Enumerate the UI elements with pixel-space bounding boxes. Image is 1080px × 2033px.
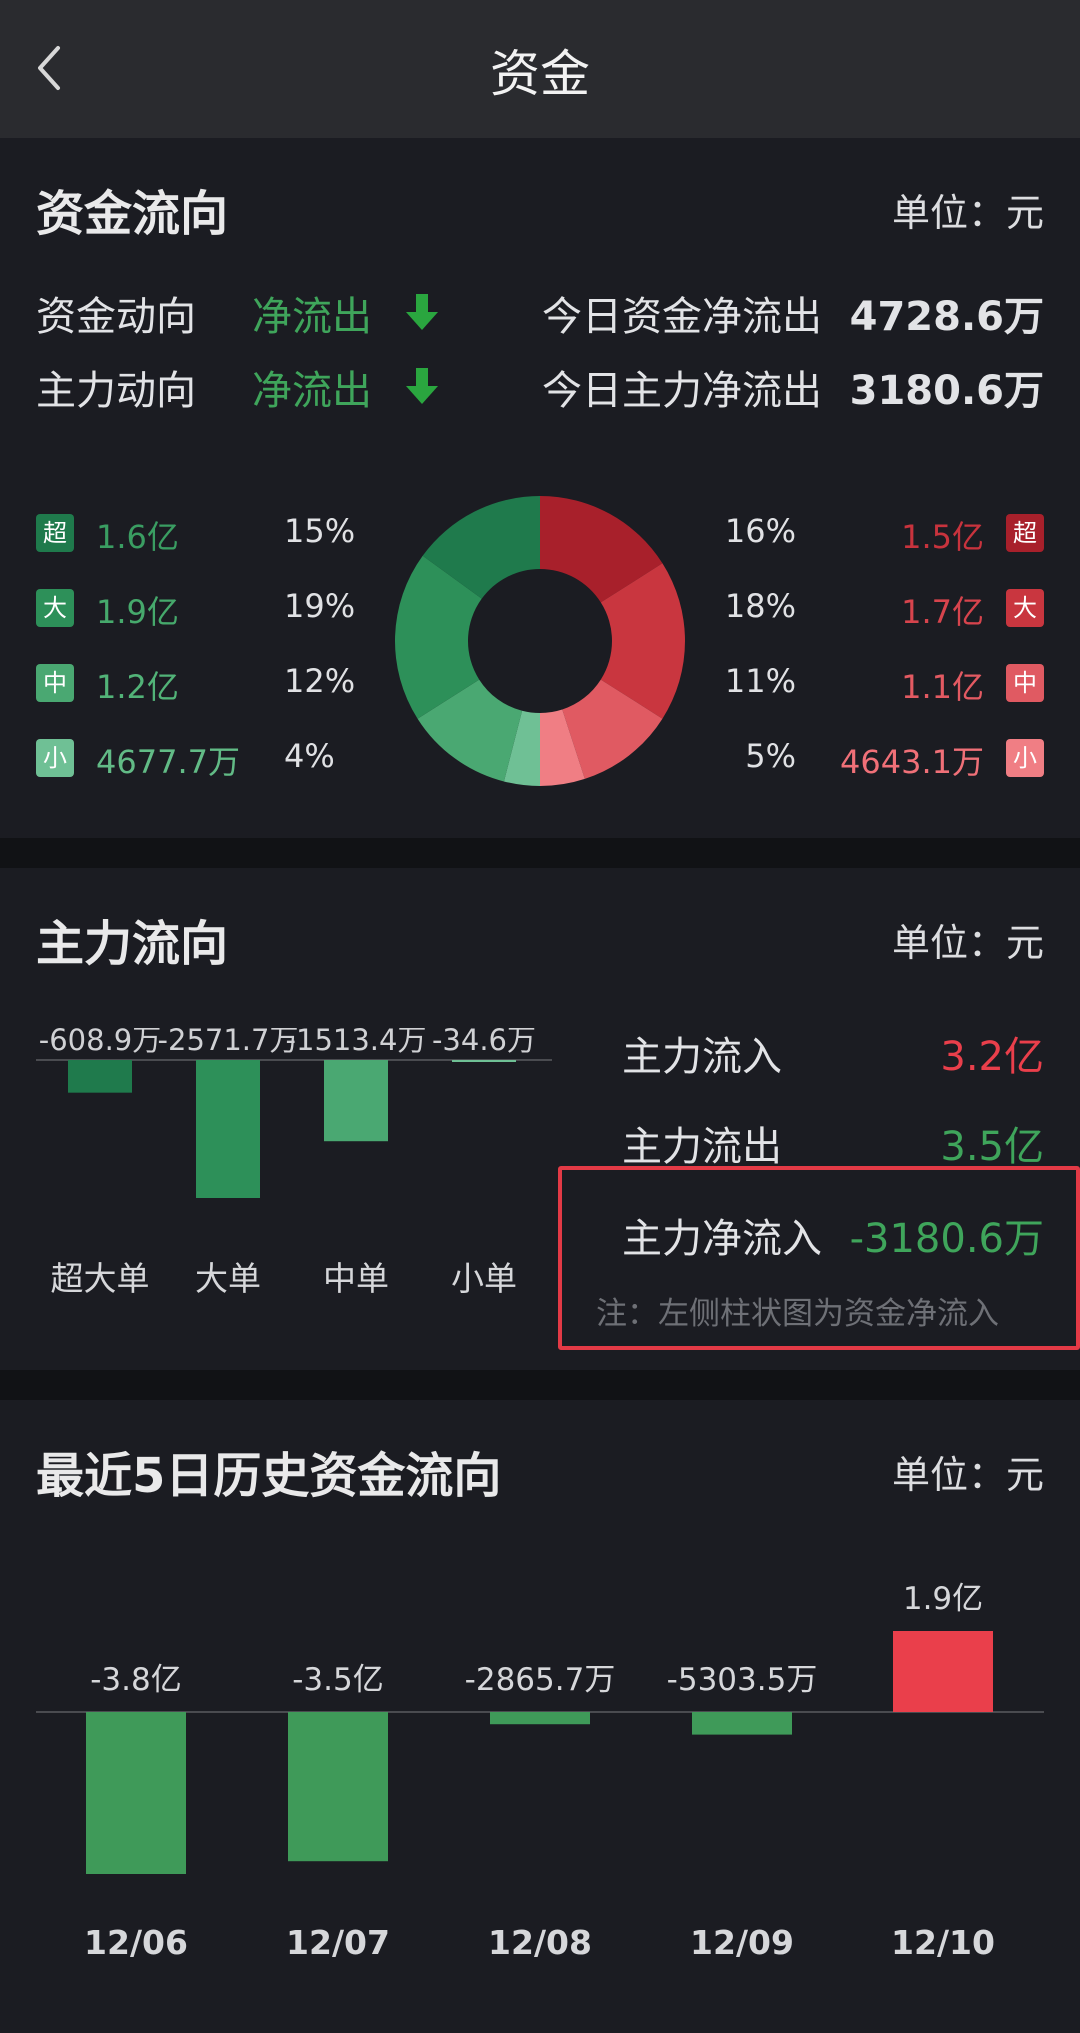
bar-value-label: -2865.7万: [465, 1662, 616, 1698]
donut-chart: [395, 496, 685, 786]
legend-amount: 4677.7万: [96, 743, 240, 781]
arrow-down-icon: [406, 294, 438, 330]
legend-percent: 11%: [724, 662, 796, 700]
legend-percent: 19%: [284, 587, 356, 625]
unit-label: 单位：元: [891, 191, 1044, 235]
bar: [288, 1712, 388, 1862]
highlight-box: [558, 1166, 1080, 1350]
badge-outflow-2: 中: [36, 664, 74, 702]
bar: [196, 1060, 260, 1198]
main-flow-bar-chart: -608.9万超大单 -2571.7万大单 -1513.4万中单 -34.6万小单: [36, 1028, 552, 1298]
bar: [692, 1712, 792, 1735]
legend-amount: 1.2亿: [96, 668, 179, 706]
bar: [452, 1060, 516, 1062]
legend-amount: 1.6亿: [96, 518, 179, 556]
legend-amount: 1.1亿: [901, 668, 984, 706]
bar: [68, 1060, 132, 1093]
badge-outflow-1: 大: [36, 589, 74, 627]
top-bar: 资金: [0, 0, 1080, 138]
bar-value-label: -5303.5万: [667, 1662, 818, 1698]
unit-label: 单位：元: [891, 1453, 1044, 1497]
legend-amount: 4643.1万: [840, 743, 984, 781]
bar-value-label: -3.8亿: [90, 1662, 182, 1698]
main-outflow-label: 主力流出: [622, 1124, 782, 1170]
main-direction-value: 净流出: [252, 368, 372, 414]
fund-flow-section: 资金流向 单位：元 资金动向 净流出 今日资金净流出 4728.6万 主力动向 …: [0, 138, 1080, 838]
legend-amount: 1.7亿: [901, 593, 984, 631]
date-label: 12/08: [488, 1923, 592, 1962]
main-direction-label: 主力动向: [36, 368, 196, 414]
today-main-net-value: 3180.6万: [849, 368, 1044, 414]
badge-outflow-3: 小: [36, 739, 74, 777]
bar-value-label: -34.6万: [432, 1028, 536, 1057]
date-label: 12/06: [84, 1923, 188, 1962]
unit-label: 单位：元: [891, 921, 1044, 965]
legend-percent: 16%: [724, 512, 796, 550]
legend-amount: 1.9亿: [96, 593, 179, 631]
bar-value-label: -2571.7万: [158, 1028, 299, 1057]
main-inflow-value: 3.2亿: [940, 1034, 1044, 1080]
date-label: 12/07: [286, 1923, 390, 1962]
bar: [324, 1060, 388, 1142]
category-label: 超大单: [51, 1259, 150, 1298]
today-fund-net-value: 4728.6万: [849, 294, 1044, 340]
legend-percent: 4%: [284, 737, 335, 775]
bar-value-label: 1.9亿: [903, 1581, 983, 1617]
arrow-down-icon: [406, 368, 438, 404]
today-main-net-label: 今日主力净流出: [542, 368, 822, 414]
legend-percent: 15%: [284, 512, 356, 550]
bar-value-label: -3.5亿: [292, 1662, 384, 1698]
badge-outflow-0: 超: [36, 514, 74, 552]
date-label: 12/09: [690, 1923, 794, 1962]
legend-percent: 18%: [724, 587, 796, 625]
bar: [86, 1712, 186, 1874]
badge-inflow-0: 超: [1006, 514, 1044, 552]
legend-amount: 1.5亿: [901, 518, 984, 556]
bar-value-label: -608.9万: [39, 1028, 162, 1057]
bar: [893, 1631, 993, 1712]
today-fund-net-label: 今日资金净流出: [542, 294, 822, 340]
history-bar-chart: -3.8亿 12/06 -3.5亿 12/07 -2865.7万 12/08 -5303.5…: [36, 1581, 1044, 1962]
bar: [490, 1712, 590, 1725]
main-inflow-label: 主力流入: [622, 1034, 782, 1080]
section-title: 最近5日历史资金流向: [36, 1448, 502, 1504]
category-label: 小单: [451, 1259, 517, 1298]
section-title: 主力流向: [36, 916, 229, 972]
section-divider: [0, 838, 1080, 868]
badge-inflow-2: 中: [1006, 664, 1044, 702]
fund-direction-label: 资金动向: [36, 294, 196, 340]
fund-direction-value: 净流出: [252, 294, 372, 340]
main-outflow-value: 3.5亿: [940, 1124, 1044, 1170]
badge-inflow-3: 小: [1006, 739, 1044, 777]
page-title: 资金: [490, 45, 590, 103]
badge-inflow-1: 大: [1006, 589, 1044, 627]
category-label: 中单: [323, 1259, 389, 1298]
legend-percent: 5%: [745, 737, 796, 775]
legend-percent: 12%: [284, 662, 356, 700]
category-label: 大单: [195, 1259, 261, 1298]
section-title: 资金流向: [36, 186, 229, 242]
history-section: 最近5日历史资金流向 单位：元 -3.8亿 12/06 -3.5亿 12/07 -286…: [0, 1400, 1080, 2033]
bar-value-label: -1513.4万: [286, 1028, 427, 1057]
date-label: 12/10: [891, 1923, 995, 1962]
section-divider: [0, 1370, 1080, 1400]
